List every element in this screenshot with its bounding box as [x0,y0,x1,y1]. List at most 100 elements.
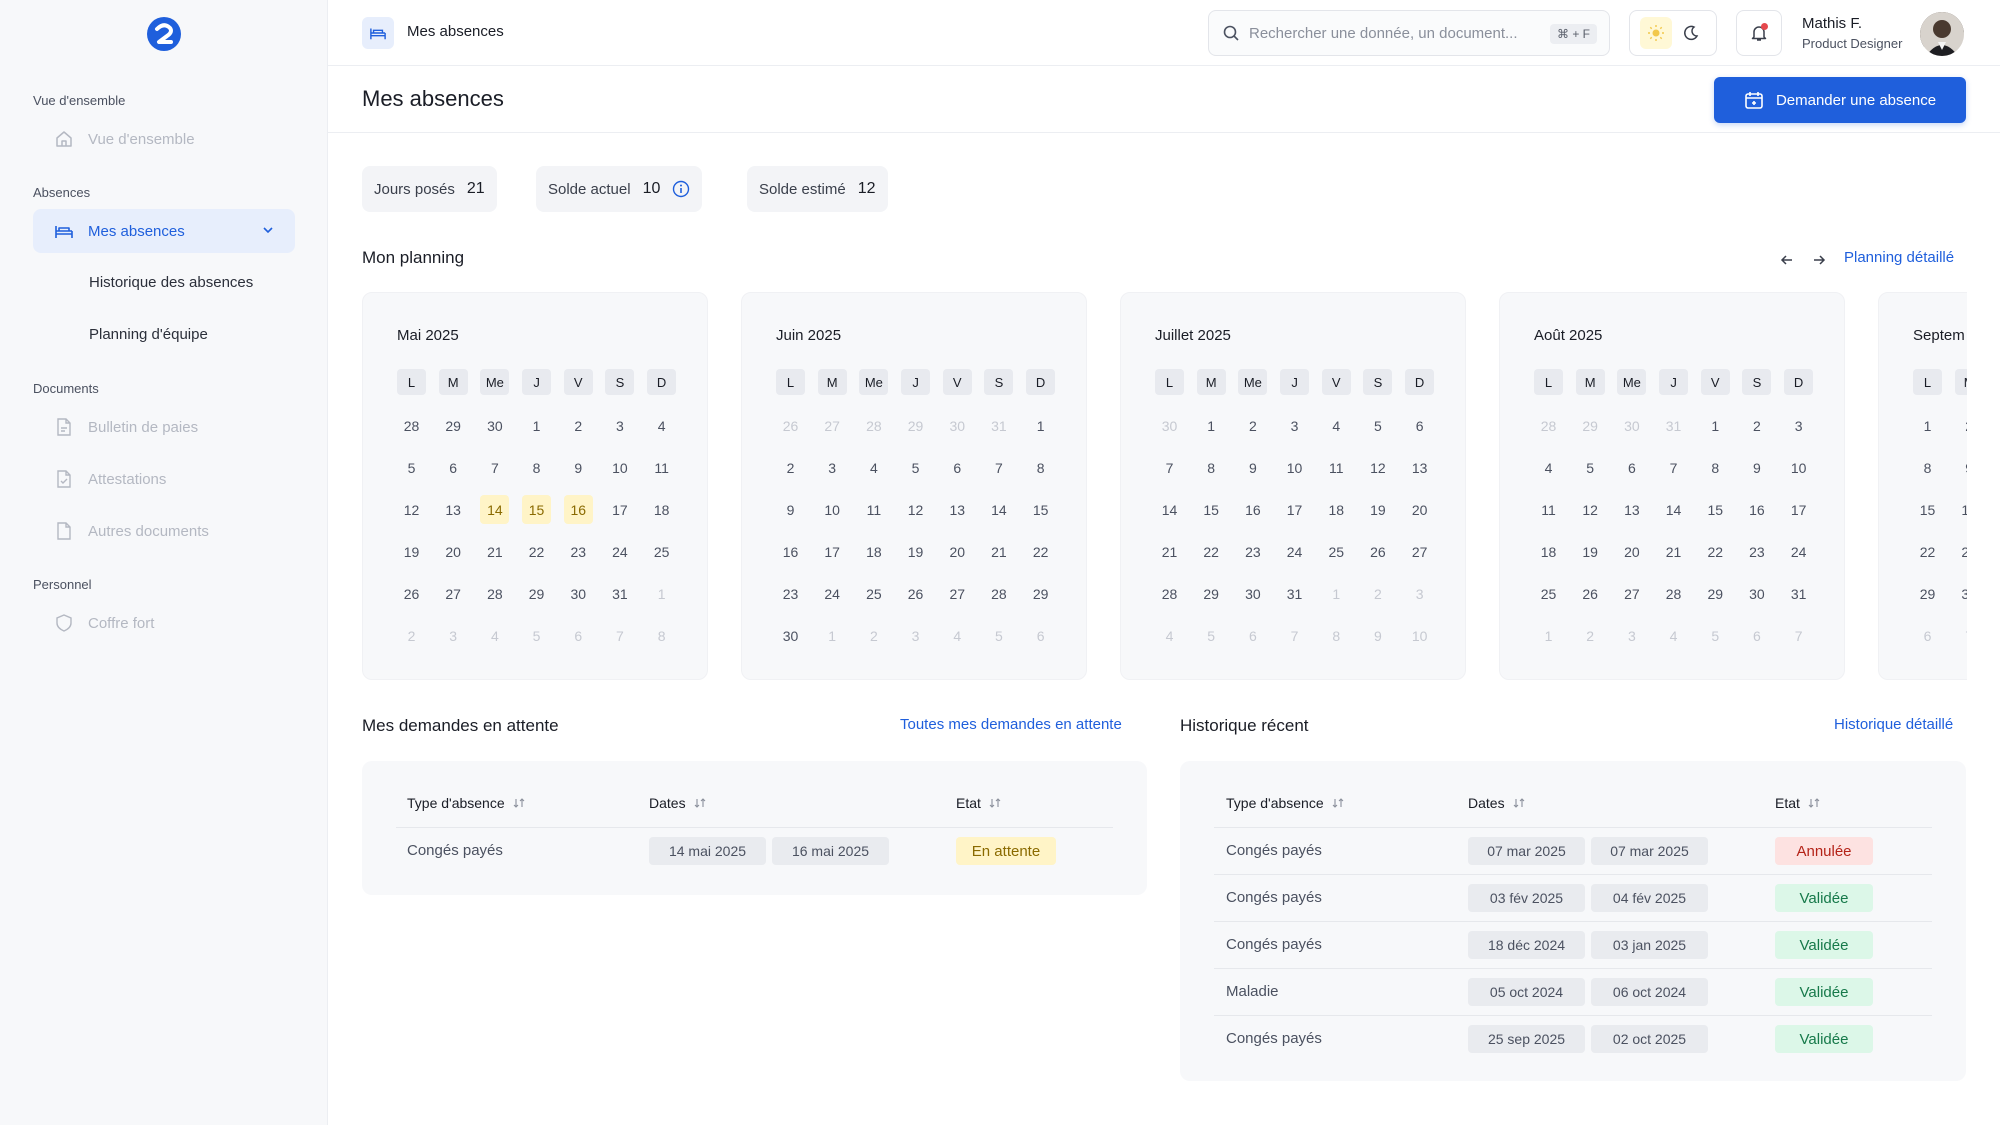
calendar-day[interactable]: 27 [943,579,972,608]
sort-icon[interactable] [1332,797,1344,809]
calendar-day[interactable]: 29 [1026,579,1055,608]
calendar-day[interactable]: 27 [1405,537,1434,566]
column-header-type[interactable]: Type d'absence [1226,795,1344,811]
calendar-day[interactable]: 5 [1701,621,1730,650]
calendar-day[interactable]: 5 [522,621,551,650]
calendar-day[interactable]: 29 [439,411,468,440]
calendar-day[interactable]: 7 [1659,453,1688,482]
column-header-dates[interactable]: Dates [1468,795,1525,811]
calendar-day[interactable]: 1 [522,411,551,440]
calendar-day[interactable]: 4 [480,621,509,650]
calendar-day[interactable]: 28 [984,579,1013,608]
calendar-day[interactable]: 1 [1197,411,1226,440]
notifications-button[interactable] [1736,10,1782,56]
calendar-day[interactable]: 22 [522,537,551,566]
calendar-day[interactable]: 20 [1405,495,1434,524]
calendar-day[interactable]: 17 [1784,495,1813,524]
calendar-day[interactable]: 22 [1197,537,1226,566]
calendar-day[interactable]: 23 [1955,537,1967,566]
calendar-day[interactable]: 4 [1534,453,1563,482]
calendar-day[interactable]: 8 [1026,453,1055,482]
all-pending-link[interactable]: Toutes mes demandes en attente [900,716,1122,733]
calendar-day[interactable]: 9 [1238,453,1267,482]
calendar-day[interactable]: 8 [647,621,676,650]
calendar-day[interactable]: 5 [1576,453,1605,482]
calendar-day[interactable]: 13 [1405,453,1434,482]
calendar-day[interactable]: 29 [522,579,551,608]
calendar-day[interactable]: 24 [818,579,847,608]
history-detail-link[interactable]: Historique détaillé [1834,716,1953,733]
calendar-day[interactable]: 25 [1534,579,1563,608]
calendar-day[interactable]: 23 [564,537,593,566]
calendar-day[interactable]: 5 [984,621,1013,650]
calendar-day[interactable]: 6 [1405,411,1434,440]
calendar-day[interactable]: 28 [1659,579,1688,608]
calendar-day[interactable]: 15 [1701,495,1730,524]
sidebar-item-certificates[interactable]: Attestations [33,457,295,501]
calendar-day[interactable]: 30 [1155,411,1184,440]
calendar-day[interactable]: 27 [439,579,468,608]
calendar-day[interactable]: 15 [1913,495,1942,524]
calendar-day[interactable]: 31 [1280,579,1309,608]
sort-icon[interactable] [1808,797,1820,809]
calendar-day[interactable]: 5 [1363,411,1392,440]
calendar-day[interactable]: 6 [1742,621,1771,650]
calendar-day-absence[interactable]: 16 [563,495,593,524]
search-input[interactable] [1249,24,1549,42]
calendar-day[interactable]: 2 [1955,411,1967,440]
calendar-day[interactable]: 1 [1913,411,1942,440]
calendar-day[interactable]: 14 [1155,495,1184,524]
calendar-day[interactable]: 2 [776,453,805,482]
calendar-day[interactable]: 2 [1742,411,1771,440]
calendar-day-absence[interactable]: 15 [522,495,552,524]
planning-detail-link[interactable]: Planning détaillé [1844,249,1954,266]
calendar-day[interactable]: 30 [1238,579,1267,608]
calendar-day[interactable]: 30 [1617,411,1646,440]
calendar-day[interactable]: 30 [1955,579,1967,608]
moon-icon[interactable] [1675,17,1707,49]
calendar-day[interactable]: 22 [1701,537,1730,566]
calendar-day[interactable]: 14 [984,495,1013,524]
calendar-day[interactable]: 3 [1784,411,1813,440]
calendar-day[interactable]: 12 [397,495,426,524]
calendar-day[interactable]: 19 [1363,495,1392,524]
calendar-day[interactable]: 29 [1913,579,1942,608]
calendar-day[interactable]: 26 [1576,579,1605,608]
calendar-day[interactable]: 28 [859,411,888,440]
sort-icon[interactable] [513,797,525,809]
theme-toggle[interactable] [1629,10,1717,56]
calendar-day[interactable]: 2 [564,411,593,440]
calendar-day[interactable]: 4 [1659,621,1688,650]
calendar-day[interactable]: 30 [776,621,805,650]
calendar-day[interactable]: 12 [1576,495,1605,524]
calendar-day[interactable]: 26 [1363,537,1392,566]
calendar-day[interactable]: 6 [564,621,593,650]
calendar-day[interactable]: 9 [1742,453,1771,482]
calendar-day[interactable]: 10 [818,495,847,524]
calendar-day[interactable]: 6 [1238,621,1267,650]
calendar-day[interactable]: 27 [818,411,847,440]
calendar-day[interactable]: 10 [605,453,634,482]
column-header-status[interactable]: Etat [1775,795,1820,811]
calendar-day[interactable]: 9 [1363,621,1392,650]
calendar-day[interactable]: 21 [1659,537,1688,566]
calendar-day[interactable]: 28 [480,579,509,608]
calendar-day[interactable]: 24 [1280,537,1309,566]
calendar-day[interactable]: 3 [1617,621,1646,650]
calendar-day[interactable]: 30 [564,579,593,608]
calendar-day[interactable]: 25 [647,537,676,566]
calendar-day[interactable]: 4 [1322,411,1351,440]
calendar-day[interactable]: 4 [859,453,888,482]
calendar-day[interactable]: 21 [480,537,509,566]
calendar-day[interactable]: 5 [901,453,930,482]
calendar-day[interactable]: 31 [1784,579,1813,608]
calendar-day[interactable]: 1 [1701,411,1730,440]
calendar-day[interactable]: 2 [859,621,888,650]
calendar-day[interactable]: 20 [1617,537,1646,566]
calendar-day[interactable]: 23 [776,579,805,608]
calendar-day[interactable]: 3 [901,621,930,650]
calendar-day[interactable]: 10 [1405,621,1434,650]
calendar-day[interactable]: 29 [1197,579,1226,608]
calendar-day[interactable]: 7 [605,621,634,650]
calendar-day[interactable]: 21 [984,537,1013,566]
